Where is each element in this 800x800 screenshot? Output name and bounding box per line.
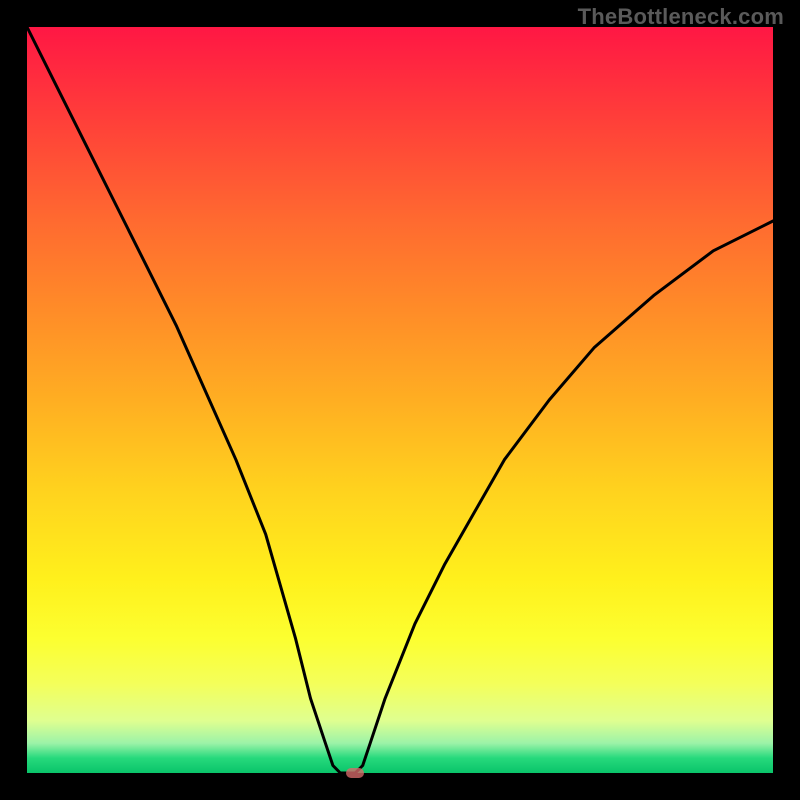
chart-frame: TheBottleneck.com [0,0,800,800]
bottleneck-curve [27,27,773,773]
plot-area [27,27,773,773]
minimum-marker [346,768,364,778]
